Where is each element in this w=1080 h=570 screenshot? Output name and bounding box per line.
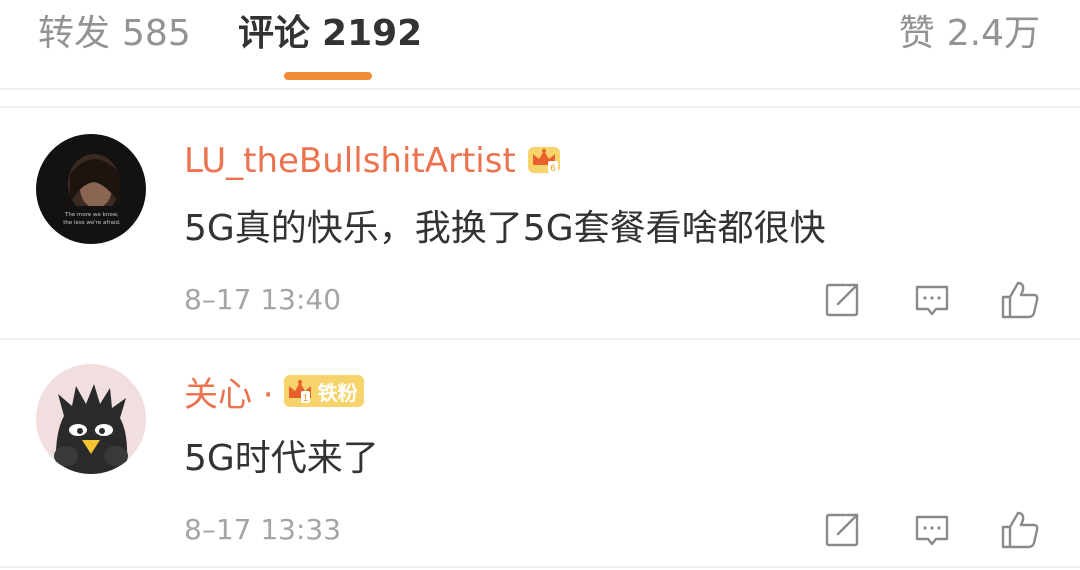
- tab-comments-count: 2192: [322, 13, 423, 54]
- share-icon[interactable]: [822, 280, 862, 320]
- comment-item: 关心 · 1 铁粉 5G时代来了 8–17 13:33: [0, 338, 1080, 568]
- comment-item: The more we know, the less we're afraid.…: [0, 108, 1080, 338]
- thumbs-up-icon[interactable]: [1000, 510, 1040, 550]
- avatar-caption-line-2: the less we're afraid.: [63, 220, 121, 226]
- tab-comments[interactable]: 评论 2192: [238, 12, 422, 56]
- crown-icon: 1: [288, 380, 311, 404]
- comment-tabs: 转发 585 评论 2192 赞 2.4万: [0, 0, 1080, 90]
- tab-reposts-count: 585: [122, 13, 191, 54]
- comment-header: 关心 · 1 铁粉: [184, 367, 364, 416]
- avatar[interactable]: The more we know, the less we're afraid.: [36, 134, 146, 244]
- tab-reposts[interactable]: 转发 585: [38, 12, 191, 56]
- tab-reposts-label: 转发: [38, 13, 111, 54]
- tab-likes-label: 赞: [898, 13, 935, 54]
- avatar-image: The more we know, the less we're afraid.: [36, 134, 146, 244]
- tab-likes-count: 2.4万: [946, 13, 1040, 54]
- share-icon[interactable]: [822, 510, 862, 550]
- crown-icon[interactable]: 6: [526, 141, 562, 181]
- comment-header: LU_theBullshitArtist 6: [184, 138, 562, 184]
- timestamp: 8–17 13:33: [184, 513, 342, 546]
- avatar[interactable]: [36, 364, 146, 474]
- avatar-image: [36, 364, 146, 474]
- tab-comments-label: 评论: [238, 13, 311, 54]
- username[interactable]: LU_theBullshitArtist: [184, 141, 516, 181]
- active-tab-indicator: [284, 72, 372, 80]
- divider: [0, 566, 1080, 568]
- svg-text:1: 1: [302, 394, 308, 404]
- comment-icon[interactable]: [912, 280, 952, 320]
- fan-badge[interactable]: 1 铁粉: [283, 375, 364, 407]
- comment-text: 5G时代来了: [184, 438, 379, 479]
- avatar-caption-line-1: The more we know,: [64, 212, 119, 218]
- timestamp: 8–17 13:40: [184, 283, 342, 316]
- username[interactable]: 关心 ·: [184, 367, 274, 416]
- comment-icon[interactable]: [912, 510, 952, 550]
- fan-badge-label: 铁粉: [317, 380, 358, 405]
- svg-text:6: 6: [550, 164, 556, 174]
- tab-likes[interactable]: 赞 2.4万: [899, 12, 1040, 56]
- thumbs-up-icon[interactable]: [1000, 280, 1040, 320]
- comment-text: 5G真的快乐，我换了5G套餐看啥都很快: [184, 208, 826, 249]
